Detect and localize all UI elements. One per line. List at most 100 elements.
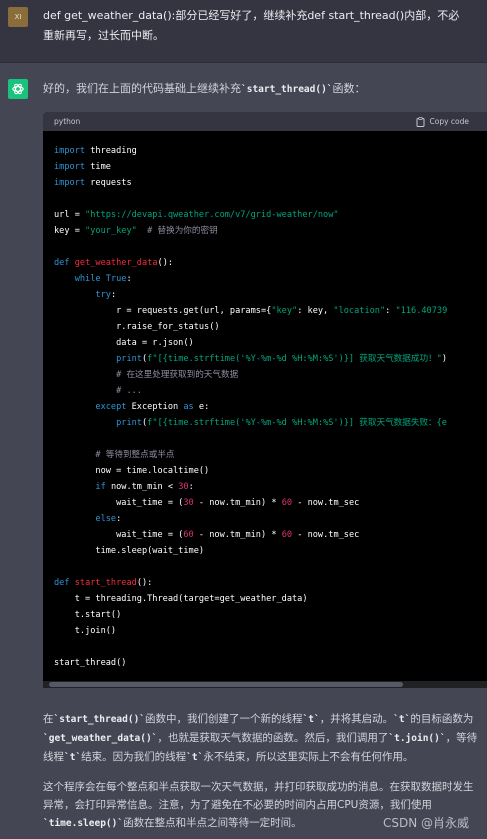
code-line: import time — [54, 159, 487, 175]
inline-code: `t.join()` — [388, 733, 446, 744]
code-token: 30 — [178, 482, 189, 492]
code-line: def get_weather_data(): — [54, 255, 487, 271]
code-line: url = "https://devapi.qweather.com/v7/gr… — [54, 207, 487, 223]
code-line: wait_time = (30 - now.tm_min) * 60 - now… — [54, 495, 487, 511]
code-token: "location" — [333, 306, 386, 316]
code-token: wait_time = ( — [54, 530, 184, 540]
code-token: "your_key" — [85, 226, 137, 236]
code-token: t = threading.Thread(target=get_weather_… — [54, 594, 308, 604]
code-token: : — [385, 306, 396, 316]
code-token: start_thread() — [54, 658, 127, 668]
code-line: def start_thread(): — [54, 575, 487, 591]
code-token: except — [95, 402, 127, 412]
code-token: if — [95, 482, 106, 492]
csdn-watermark: CSDN @肖永威 — [382, 816, 469, 830]
code-horizontal-scrollbar[interactable] — [43, 681, 487, 688]
code-token: 60 — [281, 530, 293, 540]
code-line: print(f"[{time.strftime('%Y-%m-%d %H:%M:… — [54, 351, 487, 367]
code-body: import threading import time import reques… — [43, 131, 487, 671]
code-token: Exception — [126, 402, 184, 412]
code-token: key = — [54, 226, 86, 236]
copy-code-button[interactable]: Copy code — [416, 116, 470, 127]
code-token: - now.tm_sec — [292, 530, 360, 540]
code-line: if now.tm_min < 30: — [54, 479, 487, 495]
paragraph-text: 函数中，我们创建了一个新的线程 — [145, 713, 303, 725]
code-line: time.sleep(wait_time) — [54, 543, 487, 559]
code-line: import requests — [54, 175, 487, 191]
code-language-label: python — [54, 117, 81, 126]
code-token: "116.40739 — [395, 306, 448, 316]
paragraph-text: 的目标函数为 — [410, 713, 474, 725]
code-line: print(f"[{time.strftime('%Y-%m-%d %H:%M:… — [54, 415, 487, 431]
code-token: # ... — [116, 386, 142, 396]
code-token: now.tm_min < — [105, 482, 179, 492]
code-token: as — [183, 402, 194, 412]
code-token: t.start() — [54, 610, 122, 620]
code-token: requests — [85, 178, 132, 188]
code-token: (): — [157, 258, 174, 268]
code-token: print — [116, 418, 142, 428]
code-token: "key" — [271, 306, 298, 316]
clipboard-icon — [416, 116, 424, 127]
copy-code-label: Copy code — [429, 117, 470, 126]
openai-logo-icon — [12, 83, 24, 95]
inline-code: `get_weather_data()` — [43, 733, 158, 744]
code-token: - now.tm_min) * — [193, 530, 282, 540]
code-token: - now.tm_min) * — [193, 498, 282, 508]
paragraph-text: 结束。因为我们的线程 — [81, 751, 187, 763]
code-token: while — [74, 274, 101, 284]
code-line: wait_time = (60 - now.tm_min) * 60 - now… — [54, 527, 487, 543]
paragraph-text: 在 — [43, 713, 54, 725]
code-line: now = time.localtime() — [54, 463, 487, 479]
code-token: get_weather_data — [74, 258, 158, 268]
code-token: : — [110, 290, 117, 300]
openai-logo-icon — [8, 79, 28, 99]
paragraph-text: 这个程序会在每个整点和半点获取一次天气数据，并打印获取成功的消息。在获取数据时发… — [43, 781, 474, 811]
inline-code: `t` — [64, 752, 82, 763]
code-line: import threading — [54, 143, 487, 159]
code-line: t = threading.Thread(target=get_weather_… — [54, 591, 487, 607]
code-line: data = r.json() — [54, 335, 487, 351]
code-token: : — [116, 514, 122, 524]
assistant-intro: 好的，我们在上面的代码基础上继续补充`start_thread()`函数： — [43, 79, 483, 100]
code-header: python Copy code — [43, 112, 487, 131]
code-line: r = requests.get(url, params={"key": key… — [54, 303, 487, 319]
code-token: data = r.json() — [54, 338, 194, 348]
code-line: # 在这里处理获取到的天气数据 — [54, 367, 487, 383]
code-token: try — [95, 290, 111, 300]
code-line: # ... — [54, 383, 487, 399]
code-token: 60 — [281, 498, 293, 508]
code-token: r = requests.get(url, params={ — [54, 306, 272, 316]
code-block: python Copy code import threading import … — [43, 112, 487, 688]
paragraph-text: ，并将其启动。 — [319, 713, 394, 725]
code-token: time — [85, 162, 111, 172]
code-token: : — [126, 274, 132, 284]
code-token: print — [116, 354, 142, 364]
code-token: "https://devapi.qweather.com/v7/grid-wea… — [85, 210, 339, 220]
code-token: wait_time = ( — [54, 498, 184, 508]
paragraph-text: 函数在整点和半点之间等待一定时间。 — [123, 817, 302, 829]
code-token: - now.tm_sec — [292, 498, 360, 508]
inline-code: `t` — [393, 714, 411, 725]
code-line: t.join() — [54, 623, 487, 639]
inline-code: `time.sleep()` — [43, 818, 124, 829]
code-token: 30 — [183, 498, 194, 508]
code-token: import — [54, 178, 86, 188]
code-token: import — [54, 162, 86, 172]
code-token: # 等待到整点或半点 — [95, 450, 175, 460]
code-token: def — [54, 578, 70, 588]
scrollbar-thumb[interactable] — [49, 682, 403, 687]
user-message-row: XI def get_weather_data():部分已经写好了，继续补充de… — [0, 0, 487, 63]
code-token: threading — [85, 146, 137, 156]
